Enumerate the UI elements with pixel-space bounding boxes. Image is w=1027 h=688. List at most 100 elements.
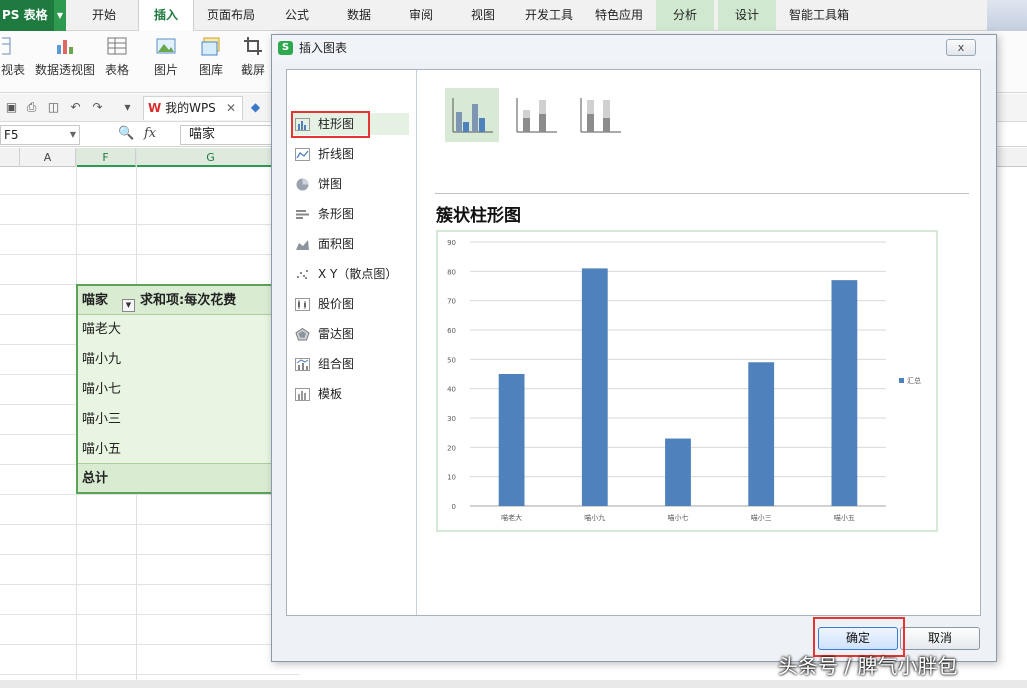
watermark: 头条号 / 脾气小胖包 bbox=[778, 654, 958, 678]
print-icon[interactable]: ⎙ bbox=[24, 100, 39, 115]
pivot-total-row[interactable]: 总计 bbox=[78, 463, 284, 492]
chevron-down-icon: ▼ bbox=[54, 0, 66, 31]
category-combo[interactable]: 组合图 bbox=[291, 353, 409, 375]
screenshot-button[interactable]: 截屏 bbox=[236, 35, 270, 78]
category-label: 饼图 bbox=[318, 177, 343, 191]
cancel-button[interactable]: 取消 bbox=[900, 627, 980, 650]
doc-tab-my-wps[interactable]: W 我的WPS ✕ bbox=[143, 96, 243, 120]
category-label: 折线图 bbox=[318, 147, 355, 161]
y-tick-label: 10 bbox=[447, 474, 456, 482]
category-bar[interactable]: 条形图 bbox=[291, 203, 409, 225]
pivot-row-field[interactable]: 喵家 bbox=[82, 286, 108, 315]
chart-bar bbox=[748, 362, 775, 506]
clustered-column-icon bbox=[452, 98, 493, 133]
category-template[interactable]: 模板 bbox=[291, 383, 409, 405]
subtype-clustered-column[interactable] bbox=[445, 88, 499, 142]
x-tick-label: 喵老大 bbox=[501, 513, 522, 522]
pivot-table[interactable]: 喵家 ▼ 求和项:每次花费 喵老大 喵小九 喵小七 喵小三 喵小五 总计 bbox=[76, 284, 286, 494]
y-tick-label: 80 bbox=[447, 268, 456, 276]
category-radar[interactable]: 雷达图 bbox=[291, 323, 409, 345]
x-tick-label: 喵小三 bbox=[751, 513, 772, 522]
subtype-stacked-column[interactable] bbox=[509, 88, 563, 142]
column-header-f[interactable]: F bbox=[76, 148, 136, 167]
customize-dropdown-icon[interactable]: ▾ bbox=[120, 100, 135, 115]
pivot-row[interactable]: 喵小三 bbox=[82, 405, 121, 435]
screenshot-label: 截屏 bbox=[240, 63, 265, 77]
pivot-value-field[interactable]: 求和项:每次花费 bbox=[140, 286, 236, 315]
gallery-button[interactable]: 图库 bbox=[192, 35, 230, 78]
filter-dropdown-icon[interactable]: ▼ bbox=[122, 299, 135, 312]
tab-special-apps[interactable]: 特色应用 bbox=[586, 0, 652, 31]
name-box[interactable]: F5 ▼ bbox=[0, 125, 80, 145]
pivot-row[interactable]: 喵小五 bbox=[82, 435, 121, 465]
tab-review[interactable]: 审阅 bbox=[392, 0, 450, 31]
insert-chart-dialog: S 插入图表 x 柱形图 折线图 饼图 条形图 面积图 X Y（散点图） 股价图… bbox=[271, 34, 997, 662]
pivot-header: 喵家 ▼ 求和项:每次花费 bbox=[78, 286, 284, 315]
column-header-g[interactable]: G bbox=[136, 148, 286, 167]
category-line[interactable]: 折线图 bbox=[291, 143, 409, 165]
grid-icon bbox=[107, 37, 127, 55]
picture-button[interactable]: 图片 bbox=[148, 35, 184, 78]
category-stock[interactable]: 股价图 bbox=[291, 293, 409, 315]
stock-chart-icon bbox=[295, 298, 310, 311]
undo-icon[interactable]: ↶ bbox=[68, 100, 83, 115]
pivot-row[interactable]: 喵小七 bbox=[82, 375, 121, 405]
tab-data[interactable]: 数据 bbox=[330, 0, 388, 31]
y-tick-label: 40 bbox=[447, 386, 456, 394]
redo-icon[interactable]: ↷ bbox=[90, 100, 105, 115]
tab-smart-toolbox[interactable]: 智能工具箱 bbox=[780, 0, 858, 31]
tab-page-layout[interactable]: 页面布局 bbox=[198, 0, 264, 31]
tab-developer[interactable]: 开发工具 bbox=[516, 0, 582, 31]
pivot-row[interactable]: 喵小九 bbox=[82, 345, 121, 375]
print-preview-icon[interactable]: ◫ bbox=[46, 100, 61, 115]
chart-bar bbox=[498, 374, 525, 506]
table-button[interactable]: 表格 bbox=[102, 35, 132, 78]
cube-icon[interactable]: ◆ bbox=[248, 100, 263, 115]
sheet-scroll-strip[interactable] bbox=[0, 680, 1027, 688]
category-scatter[interactable]: X Y（散点图） bbox=[291, 263, 409, 285]
picture-label: 图片 bbox=[153, 63, 178, 77]
highlight-box bbox=[291, 111, 370, 138]
chart-bar bbox=[665, 438, 691, 506]
dialog-title-bar[interactable]: S 插入图表 x bbox=[272, 35, 996, 61]
category-pie[interactable]: 饼图 bbox=[291, 173, 409, 195]
y-tick-label: 70 bbox=[447, 298, 456, 306]
tab-analyze[interactable]: 分析 bbox=[656, 0, 714, 31]
y-tick-label: 50 bbox=[447, 356, 456, 364]
app-logo-text: PS 表格 bbox=[2, 8, 48, 22]
pivot-table-button[interactable]: 数据透视图 bbox=[33, 35, 97, 78]
gallery-icon bbox=[201, 37, 220, 56]
dialog-close-button[interactable]: x bbox=[946, 39, 976, 56]
pivot-row[interactable]: 喵老大 bbox=[82, 315, 121, 345]
ribbon-tab-bar: PS 表格 ▼ 开始 插入 页面布局 公式 数据 审阅 视图 开发工具 特色应用… bbox=[0, 0, 1027, 32]
category-label: 雷达图 bbox=[318, 327, 355, 341]
chart-subtype-list bbox=[445, 88, 645, 146]
category-area[interactable]: 面积图 bbox=[291, 233, 409, 255]
save-icon[interactable]: ▣ bbox=[4, 100, 19, 115]
select-all-corner[interactable] bbox=[0, 148, 20, 167]
scatter-chart-icon bbox=[297, 270, 308, 279]
tab-home[interactable]: 开始 bbox=[74, 0, 134, 31]
app-menu-button[interactable]: PS 表格 ▼ bbox=[0, 0, 66, 31]
chart-category-list: 柱形图 折线图 饼图 条形图 面积图 X Y（散点图） 股价图 雷达图 组合图 … bbox=[287, 70, 417, 615]
zoom-icon[interactable]: 🔍 bbox=[118, 126, 134, 141]
tab-design[interactable]: 设计 bbox=[718, 0, 776, 31]
pivot-table-label: 数据透视图 bbox=[34, 63, 95, 77]
category-label: 组合图 bbox=[318, 357, 355, 371]
tab-view[interactable]: 视图 bbox=[454, 0, 512, 31]
pivot-view-label: 视表 bbox=[0, 63, 25, 77]
table-icon bbox=[2, 37, 11, 55]
user-avatar[interactable] bbox=[987, 0, 1027, 31]
subtype-percent-stacked-column[interactable] bbox=[573, 88, 627, 142]
chart-preview-svg: 0 10 20 30 40 50 60 70 80 90 喵老大 喵小九 喵小七 喵小三 喵小五 汇总 bbox=[447, 239, 921, 522]
column-header-a[interactable]: A bbox=[20, 148, 76, 167]
tab-insert[interactable]: 插入 bbox=[138, 0, 194, 32]
function-icon[interactable]: fx bbox=[144, 126, 156, 141]
pivot-view-button[interactable]: 视表 bbox=[0, 35, 26, 78]
category-label: 股价图 bbox=[318, 297, 355, 311]
chevron-down-icon: ▼ bbox=[69, 130, 76, 139]
formula-input[interactable]: 喵家 bbox=[180, 125, 280, 145]
y-tick-label: 20 bbox=[447, 444, 456, 452]
tab-formulas[interactable]: 公式 bbox=[268, 0, 326, 31]
close-icon[interactable]: ✕ bbox=[226, 97, 236, 119]
